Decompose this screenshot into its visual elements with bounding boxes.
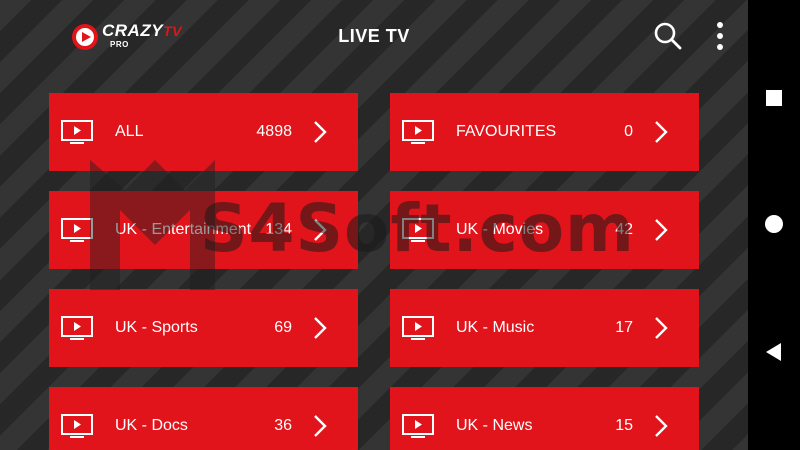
category-count: 4898 xyxy=(256,123,292,140)
category-card[interactable]: UK - Movies 42 xyxy=(390,191,699,269)
category-card[interactable]: ALL 4898 xyxy=(49,93,358,171)
home-button[interactable] xyxy=(748,204,800,244)
category-count: 15 xyxy=(615,417,633,434)
android-nav-bar xyxy=(748,0,800,450)
category-count: 42 xyxy=(615,221,633,238)
tv-icon xyxy=(402,414,434,438)
more-options-button[interactable] xyxy=(710,20,730,52)
category-label: UK - Movies xyxy=(456,221,544,238)
category-card[interactable]: UK - News 15 xyxy=(390,387,699,450)
recents-button[interactable] xyxy=(748,78,800,118)
search-icon[interactable] xyxy=(652,20,684,52)
chevron-right-icon xyxy=(655,121,668,143)
category-count: 0 xyxy=(624,123,633,140)
chevron-right-icon xyxy=(314,317,327,339)
tv-icon xyxy=(402,120,434,144)
category-card[interactable]: UK - Entertainment 134 xyxy=(49,191,358,269)
tv-icon xyxy=(402,218,434,242)
tv-icon xyxy=(61,316,93,340)
category-label: UK - Docs xyxy=(115,417,188,434)
tv-icon xyxy=(61,414,93,438)
menu-dot xyxy=(717,33,723,39)
category-label: FAVOURITES xyxy=(456,123,557,140)
circle-icon xyxy=(765,215,783,233)
tv-icon xyxy=(61,120,93,144)
category-label: UK - Sports xyxy=(115,319,198,336)
category-label: UK - Music xyxy=(456,319,535,336)
page-title: LIVE TV xyxy=(338,26,410,46)
back-button[interactable] xyxy=(748,332,800,372)
chevron-right-icon xyxy=(655,415,668,437)
square-icon xyxy=(766,90,782,106)
category-label: UK - News xyxy=(456,417,533,434)
category-count: 69 xyxy=(274,319,292,336)
category-count: 17 xyxy=(615,319,633,336)
chevron-right-icon xyxy=(655,219,668,241)
category-card[interactable]: FAVOURITES 0 xyxy=(390,93,699,171)
app-header: CRAZYTV PRO LIVE TV xyxy=(0,0,748,72)
category-card[interactable]: UK - Docs 36 xyxy=(49,387,358,450)
category-label: UK - Entertainment xyxy=(115,221,252,238)
category-count: 134 xyxy=(265,221,292,238)
category-card[interactable]: UK - Sports 69 xyxy=(49,289,358,367)
triangle-back-icon xyxy=(766,343,781,361)
more-vert-icon xyxy=(717,22,723,28)
chevron-right-icon xyxy=(655,317,668,339)
chevron-right-icon xyxy=(314,219,327,241)
category-card[interactable]: UK - Music 17 xyxy=(390,289,699,367)
tv-icon xyxy=(61,218,93,242)
category-count: 36 xyxy=(274,417,292,434)
chevron-right-icon xyxy=(314,415,327,437)
category-label: ALL xyxy=(115,123,144,140)
menu-dot xyxy=(717,44,723,50)
tv-icon xyxy=(402,316,434,340)
app-screen: CRAZYTV PRO LIVE TV ALL 4898 FAVOURITES 0 UK… xyxy=(0,0,748,450)
chevron-right-icon xyxy=(314,121,327,143)
